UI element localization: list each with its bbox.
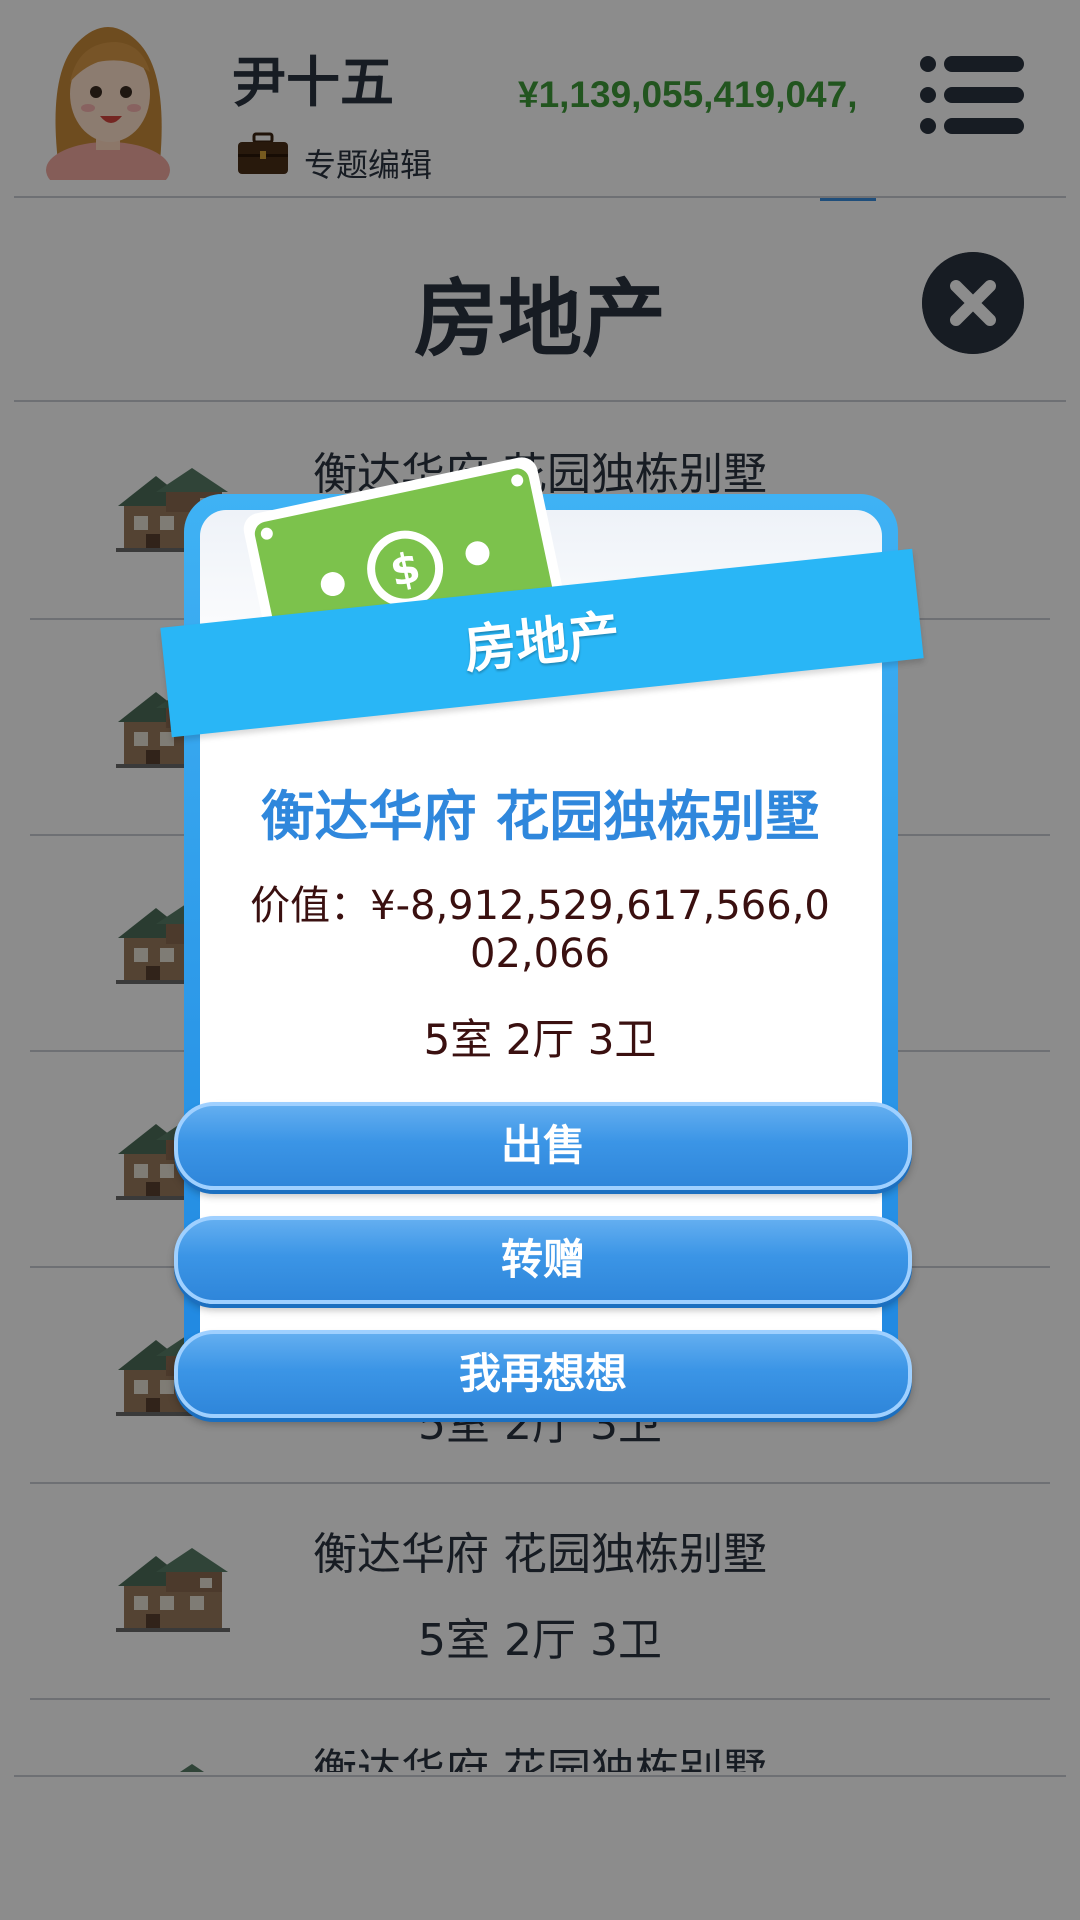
cancel-button[interactable]: 我再想想 xyxy=(174,1330,912,1418)
sell-button[interactable]: 出售 xyxy=(174,1102,912,1190)
property-name: 衡达华府 花园独栋别墅 xyxy=(260,785,820,848)
property-rooms: 5室 2厅 3卫 xyxy=(423,1015,657,1064)
gift-button[interactable]: 转赠 xyxy=(174,1216,912,1304)
property-value: 价值：¥-8,912,529,617,566,002,066 xyxy=(250,883,830,977)
